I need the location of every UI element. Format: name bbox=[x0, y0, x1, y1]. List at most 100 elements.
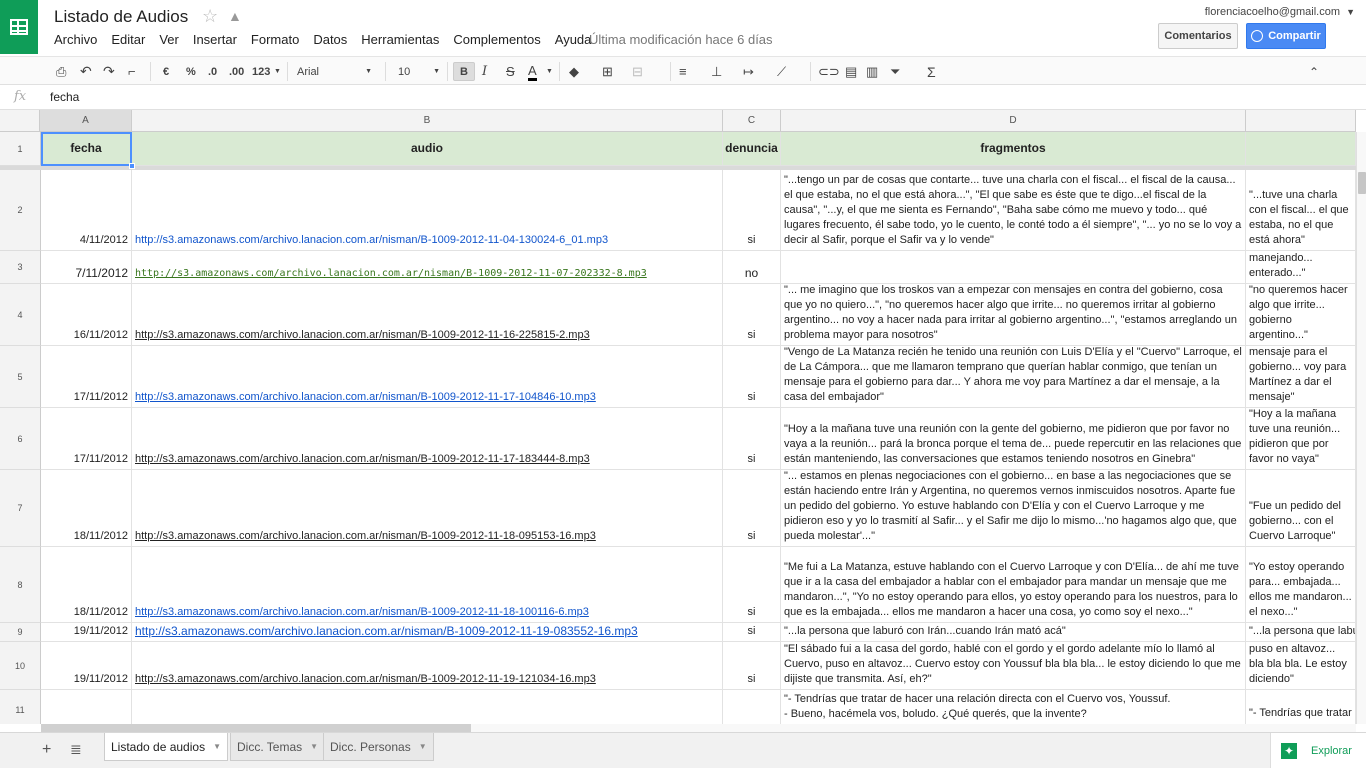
sheet-tab-personas[interactable]: Dicc. Personas ▼ bbox=[323, 733, 434, 761]
menu-archivo[interactable]: Archivo bbox=[54, 32, 97, 47]
undo-icon[interactable]: ↶ bbox=[80, 62, 92, 81]
fragmentos-cell[interactable]: "El sábado fui a la casa del gordo, habl… bbox=[781, 642, 1246, 690]
chevron-down-icon[interactable]: ▼ bbox=[419, 742, 427, 751]
extra-cell[interactable]: "no queremos hacer algo que irrite... go… bbox=[1246, 284, 1356, 346]
merge-cells-icon[interactable]: ⊟ bbox=[632, 62, 643, 81]
fragmentos-cell[interactable]: "...la persona que laburó con Irán...cua… bbox=[781, 623, 1246, 642]
text-wrap-icon[interactable]: ↦ bbox=[743, 62, 754, 81]
fecha-cell[interactable]: 16/11/2012 bbox=[41, 284, 132, 346]
audio-link-cell[interactable]: http://s3.amazonaws.com/archivo.lanacion… bbox=[132, 408, 723, 470]
audio-link-cell[interactable]: http://s3.amazonaws.com/archivo.lanacion… bbox=[132, 623, 723, 642]
fecha-cell[interactable]: 17/11/2012 bbox=[41, 346, 132, 408]
vertical-scrollbar[interactable] bbox=[1356, 132, 1366, 724]
chevron-down-icon[interactable]: ▼ bbox=[310, 742, 318, 751]
row-header[interactable]: 6 bbox=[0, 408, 41, 470]
fecha-cell[interactable]: 7/11/2012 bbox=[41, 251, 132, 284]
audio-link-cell[interactable]: http://s3.amazonaws.com/archivo.lanacion… bbox=[132, 346, 723, 408]
document-title[interactable]: Listado de Audios bbox=[54, 7, 188, 27]
audio-link-cell[interactable]: http://s3.amazonaws.com/archivo.lanacion… bbox=[132, 284, 723, 346]
sheet-tab-listado[interactable]: Listado de audios ▼ bbox=[104, 733, 228, 761]
last-modified-link[interactable]: Última modificación hace 6 días bbox=[589, 32, 773, 47]
fragmentos-cell[interactable]: "Me fui a La Matanza, estuve hablando co… bbox=[781, 547, 1246, 623]
fecha-cell[interactable]: 19/11/2012 bbox=[41, 623, 132, 642]
row-header[interactable]: 3 bbox=[0, 251, 41, 284]
denuncia-cell[interactable]: si bbox=[723, 623, 781, 642]
denuncia-cell[interactable]: si bbox=[723, 642, 781, 690]
explore-button[interactable]: ✦ Explorar bbox=[1270, 733, 1366, 768]
menu-ayuda[interactable]: Ayuda bbox=[555, 32, 592, 47]
font-size-select[interactable]: 10 ▼ bbox=[398, 62, 440, 81]
extra-cell[interactable]: "Lo llamó al Cuervo, puso en altavoz... … bbox=[1246, 642, 1356, 690]
audio-link-cell[interactable]: http://s3.amazonaws.com/archivo.lanacion… bbox=[132, 470, 723, 547]
chevron-down-icon[interactable]: ▼ bbox=[213, 742, 221, 751]
font-select[interactable]: Arial ▼ bbox=[297, 62, 372, 81]
chevron-down-icon[interactable]: ▼ bbox=[274, 62, 281, 81]
denuncia-cell[interactable]: no bbox=[723, 251, 781, 284]
row-header[interactable]: 2 bbox=[0, 170, 41, 251]
fecha-cell[interactable] bbox=[41, 690, 132, 724]
denuncia-cell[interactable]: si bbox=[723, 408, 781, 470]
extra-cell[interactable]: "Que tenían un mensaje para el gobierno.… bbox=[1246, 346, 1356, 408]
denuncia-cell[interactable] bbox=[723, 690, 781, 724]
sheet-tab-temas[interactable]: Dicc. Temas ▼ bbox=[230, 733, 326, 761]
fecha-cell[interactable]: 17/11/2012 bbox=[41, 408, 132, 470]
insert-link-icon[interactable]: ⊂⊃ bbox=[818, 62, 840, 81]
fragmentos-cell[interactable]: "Hoy a la mañana tuve una reunión con la… bbox=[781, 408, 1246, 470]
row-header[interactable]: 9 bbox=[0, 623, 41, 642]
filter-icon[interactable]: ⏷ bbox=[890, 62, 900, 81]
denuncia-cell[interactable]: si bbox=[723, 170, 781, 251]
fecha-cell[interactable]: 18/11/2012 bbox=[41, 547, 132, 623]
extra-cell[interactable]: "Yo estoy operando para... embajada... e… bbox=[1246, 547, 1356, 623]
all-sheets-icon[interactable]: ≣ bbox=[70, 741, 82, 758]
horizontal-align-icon[interactable]: ≡ bbox=[679, 62, 687, 81]
horizontal-scroll-thumb[interactable] bbox=[41, 724, 471, 732]
denuncia-cell[interactable]: si bbox=[723, 470, 781, 547]
audio-link-cell[interactable]: http://s3.amazonaws.com/archivo.lanacion… bbox=[132, 642, 723, 690]
audio-link-cell[interactable]: http://s3.amazonaws.com/archivo.lanacion… bbox=[132, 170, 723, 251]
menu-complementos[interactable]: Complementos bbox=[453, 32, 540, 47]
comments-button[interactable]: Comentarios bbox=[1158, 23, 1238, 49]
fragmentos-cell[interactable] bbox=[781, 251, 1246, 284]
user-email[interactable]: florenciacoelho@gmail.com bbox=[1205, 6, 1340, 18]
fragmentos-cell[interactable]: "- Tendrías que tratar de hacer una rela… bbox=[781, 690, 1246, 724]
move-to-folder-icon[interactable]: ▲ bbox=[228, 8, 242, 24]
column-header-a[interactable]: A bbox=[40, 110, 132, 132]
number-format-button[interactable]: 123 bbox=[252, 62, 270, 81]
insert-comment-icon[interactable]: ▤ bbox=[845, 62, 857, 81]
menu-insertar[interactable]: Insertar bbox=[193, 32, 237, 47]
row-header[interactable]: 10 bbox=[0, 642, 41, 690]
fecha-cell[interactable]: 19/11/2012 bbox=[41, 642, 132, 690]
denuncia-cell[interactable]: si bbox=[723, 284, 781, 346]
text-color-button[interactable]: A bbox=[528, 62, 537, 81]
extra-cell[interactable]: "...la persona que laburó con Irán" bbox=[1246, 623, 1356, 642]
column-header-e[interactable] bbox=[1246, 110, 1356, 132]
column-header-d[interactable]: D bbox=[781, 110, 1246, 132]
row-header[interactable]: 11 bbox=[0, 690, 41, 724]
italic-button[interactable]: I bbox=[482, 62, 487, 81]
vertical-scroll-thumb[interactable] bbox=[1358, 172, 1366, 194]
chevron-down-icon[interactable]: ▼ bbox=[546, 62, 553, 81]
currency-format-button[interactable]: € bbox=[163, 62, 169, 81]
extra-cell[interactable]: "Hoy a la mañana tuve una reunión... pid… bbox=[1246, 408, 1356, 470]
borders-icon[interactable]: ⊞ bbox=[602, 62, 613, 81]
menu-herramientas[interactable]: Herramientas bbox=[361, 32, 439, 47]
row-header[interactable]: 8 bbox=[0, 547, 41, 623]
star-icon[interactable]: ☆ bbox=[202, 6, 218, 27]
fragmentos-cell[interactable]: "... estamos en plenas negociaciones con… bbox=[781, 470, 1246, 547]
strikethrough-button[interactable]: S bbox=[506, 62, 515, 81]
audio-link-cell[interactable]: http://s3.amazonaws.com/archivo.lanacion… bbox=[132, 547, 723, 623]
sheets-logo-icon[interactable] bbox=[0, 0, 38, 54]
row-header[interactable]: 4 bbox=[0, 284, 41, 346]
audio-link-cell[interactable]: http://s3.amazonaws.com/archivo.lanacion… bbox=[132, 251, 723, 284]
menu-datos[interactable]: Datos bbox=[313, 32, 347, 47]
menu-ver[interactable]: Ver bbox=[159, 32, 179, 47]
fragmentos-cell[interactable]: "Vengo de La Matanza recién he tenido un… bbox=[781, 346, 1246, 408]
horizontal-scrollbar[interactable] bbox=[41, 724, 1356, 732]
extra-cell[interactable]: "Fue un pedido del gobierno... con el Cu… bbox=[1246, 470, 1356, 547]
row-header[interactable]: 5 bbox=[0, 346, 41, 408]
paint-format-icon[interactable]: ⌐ bbox=[128, 62, 136, 81]
extra-cell[interactable]: "- Tendrías que tratar de hacer una rela… bbox=[1246, 690, 1356, 724]
insert-chart-icon[interactable]: ▥ bbox=[866, 62, 878, 81]
menu-editar[interactable]: Editar bbox=[111, 32, 145, 47]
fill-color-icon[interactable]: ◆ bbox=[569, 62, 579, 81]
